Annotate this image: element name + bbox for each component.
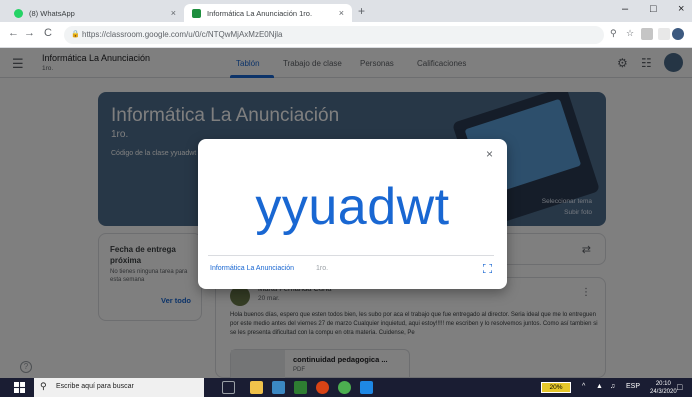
fullscreen-icon[interactable] xyxy=(483,264,492,273)
class-code-dialog: × yyuadwt Informática La Anunciación 1ro… xyxy=(198,139,507,289)
clock[interactable]: 20:10 24/3/2020 xyxy=(650,380,677,396)
extension-icon[interactable] xyxy=(641,28,653,40)
search-placeholder: Escribe aquí para buscar xyxy=(56,383,134,390)
windows-taskbar: ⚲ Escribe aquí para buscar 20% ^ ▲ ♫ ESP… xyxy=(0,378,692,397)
dialog-class-name: Informática La Anunciación xyxy=(210,265,295,272)
search-icon: ⚲ xyxy=(40,381,47,391)
zoom-icon[interactable]: ⚲ xyxy=(610,28,617,39)
back-button[interactable]: ← xyxy=(8,27,19,39)
reload-button[interactable]: C xyxy=(44,27,52,39)
lock-icon: 🔒 xyxy=(71,31,80,38)
close-window-button[interactable]: × xyxy=(678,3,684,15)
browser-tab-strip: (8) WhatsApp × Informática La Anunciació… xyxy=(0,0,692,22)
profile-avatar[interactable] xyxy=(672,28,684,40)
task-view-icon[interactable] xyxy=(222,381,235,394)
tab-whatsapp[interactable]: (8) WhatsApp × xyxy=(6,4,184,22)
firefox-icon[interactable] xyxy=(316,381,329,394)
dialog-class-section: 1ro. xyxy=(316,265,329,272)
taskbar-search[interactable]: ⚲ Escribe aquí para buscar xyxy=(34,378,204,397)
chrome-icon[interactable] xyxy=(338,381,351,394)
windows-start-icon[interactable] xyxy=(14,382,25,393)
clock-date: 24/3/2020 xyxy=(650,389,677,395)
app-icon[interactable] xyxy=(294,381,307,394)
url-text: https://classroom.google.com/u/0/c/NTQwM… xyxy=(82,30,283,39)
classroom-icon xyxy=(192,8,201,18)
store-icon[interactable] xyxy=(250,381,263,394)
extension-icon[interactable] xyxy=(658,28,670,40)
tab-close-icon[interactable]: × xyxy=(339,8,344,18)
tab-close-icon[interactable]: × xyxy=(171,8,176,18)
minimize-button[interactable]: – xyxy=(622,3,628,15)
clock-time: 20:10 xyxy=(655,381,671,387)
tray-chevron-icon[interactable]: ^ xyxy=(582,383,585,390)
close-icon[interactable]: × xyxy=(486,147,493,161)
whatsapp-icon xyxy=(14,8,23,18)
forward-button[interactable]: → xyxy=(24,27,35,39)
tab-classroom[interactable]: Informática La Anunciación 1ro. × xyxy=(184,4,352,22)
edge-icon[interactable] xyxy=(272,381,285,394)
language-indicator[interactable]: ESP xyxy=(626,383,640,390)
notification-icon[interactable]: □ xyxy=(677,382,682,392)
network-icon[interactable]: ▲ xyxy=(596,383,603,390)
battery-indicator[interactable]: 20% xyxy=(541,382,571,393)
volume-icon[interactable]: ♫ xyxy=(610,383,615,390)
address-bar-row: ← → C 🔒 https://classroom.google.com/u/0… xyxy=(0,22,692,48)
app-icon[interactable] xyxy=(360,381,373,394)
maximize-button[interactable]: □ xyxy=(650,3,657,15)
tab-label: (8) WhatsApp xyxy=(29,8,75,18)
new-tab-button[interactable]: + xyxy=(358,4,365,18)
tab-label: Informática La Anunciación 1ro. xyxy=(207,8,313,18)
url-field[interactable]: 🔒 https://classroom.google.com/u/0/c/NTQ… xyxy=(64,26,604,44)
divider xyxy=(208,255,494,256)
class-code-display: yyuadwt xyxy=(255,178,450,236)
star-icon[interactable]: ☆ xyxy=(626,28,634,39)
